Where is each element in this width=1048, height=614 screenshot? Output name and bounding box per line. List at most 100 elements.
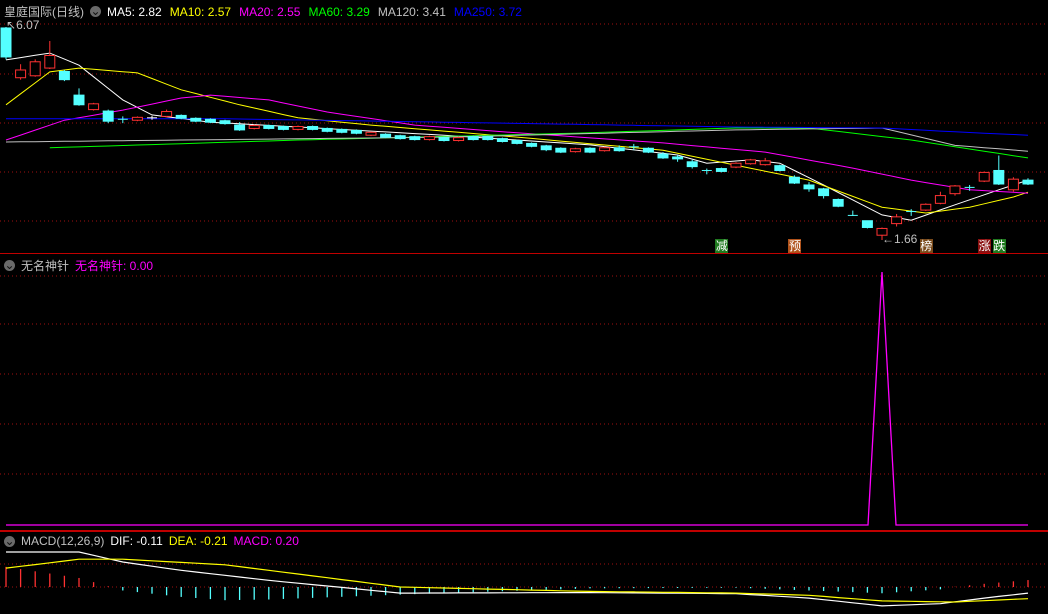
ma-label: MA120: 3.41: [377, 4, 446, 19]
indicator-title: 无名神针: [21, 259, 70, 273]
candle-body: [1007, 178, 1019, 191]
chevron-down-icon[interactable]: ⌄: [4, 535, 15, 547]
candle-body: [759, 160, 771, 166]
candle-body: [920, 203, 932, 211]
dif-line: [6, 551, 1029, 607]
candle-body: [686, 161, 698, 168]
dif-value: DIF: -0.11: [110, 534, 163, 548]
indicator-line: [6, 271, 1028, 526]
ma-label: MA60: 3.29: [308, 4, 370, 19]
candle-body: [0, 27, 12, 58]
macd-panel[interactable]: ⌄ MACD(12,26,9) DIF: -0.11 DEA: -0.21 MA…: [0, 531, 1048, 614]
candle-body: [861, 220, 873, 228]
candle-body: [745, 159, 757, 165]
macd-title: MACD(12,26,9): [21, 534, 105, 548]
low-price-label: ←1.66: [882, 232, 918, 246]
candle-body: [161, 111, 173, 117]
candle-body: [613, 147, 625, 152]
candle-body: [350, 129, 362, 134]
candle-body: [219, 120, 231, 125]
candle-body: [263, 125, 275, 129]
candle-body: [380, 133, 392, 138]
price-panel[interactable]: 皇庭国际(日线) ⌄ MA5: 2.82 MA10: 2.57 MA20: 2.55…: [0, 0, 1048, 254]
dea-line: [5, 558, 1029, 603]
ma-label: MA10: 2.57: [169, 4, 232, 19]
candle-body: [175, 114, 187, 119]
candle-body: [672, 156, 684, 160]
indicator-legend: ⌄ 无名神针 无名神针: 0.00: [4, 257, 153, 274]
candle-body: [511, 140, 523, 144]
signal-marker: 榜: [919, 239, 933, 253]
candle-body: [496, 138, 508, 142]
signal-marker: 预: [788, 239, 802, 253]
candle-body: [832, 198, 844, 207]
candle-body: [321, 127, 333, 132]
candle-body: [1022, 179, 1034, 185]
candle-body: [307, 126, 319, 130]
candle-body: [482, 136, 494, 141]
ma-labels: MA5: 2.82 MA10: 2.57 MA20: 2.55 MA60: 3.29 M…: [107, 5, 522, 19]
candle-body: [642, 147, 654, 153]
indicator-chart[interactable]: [0, 254, 1048, 531]
candle-body: [438, 137, 450, 142]
candle-body: [44, 55, 56, 69]
candle-body: [453, 137, 465, 142]
signal-marker: 减: [715, 239, 729, 253]
signal-marker: 涨: [978, 239, 992, 253]
candle-body: [599, 147, 611, 152]
high-price-label: ↖6.07: [6, 18, 40, 32]
candle-body: [949, 185, 961, 195]
candle-body: [934, 195, 946, 204]
candle-body: [993, 169, 1005, 185]
candle-body: [788, 176, 800, 184]
candle-body: [978, 171, 990, 182]
indicator-value: 无名神针: 0.00: [75, 259, 154, 273]
signal-marker: 跌: [992, 239, 1006, 253]
candlestick-chart[interactable]: [0, 0, 1048, 254]
candle-body: [131, 116, 143, 121]
chevron-down-icon[interactable]: ⌄: [90, 5, 101, 17]
indicator-panel[interactable]: ⌄ 无名神针 无名神针: 0.00: [0, 254, 1048, 531]
candle-body: [803, 184, 815, 190]
candle-body: [29, 61, 41, 77]
candle-body: [715, 168, 727, 172]
candle-body: [15, 69, 27, 79]
candle-body: [204, 118, 216, 123]
candle-body: [891, 216, 903, 225]
candle-body: [73, 94, 85, 106]
low-price-value: 1.66: [894, 232, 918, 246]
ma-label: MA250: 3.72: [453, 4, 522, 19]
macd-value: MACD: 0.20: [233, 534, 299, 548]
candle-body: [774, 165, 786, 171]
candle-body: [467, 136, 479, 141]
candle-body: [190, 117, 202, 122]
candle-body: [58, 70, 70, 81]
candle-body: [584, 147, 596, 153]
candle-body: [292, 126, 304, 130]
candle-body: [88, 103, 100, 111]
ma-line-ma60: [49, 127, 1029, 159]
candle-body: [102, 110, 114, 122]
candle-body: [657, 153, 669, 159]
candle-body: [569, 148, 581, 153]
candle-body: [234, 124, 246, 131]
candle-body: [409, 136, 421, 141]
candle-body: [394, 135, 406, 140]
candle-body: [555, 147, 567, 153]
price-legend: 皇庭国际(日线) ⌄ MA5: 2.82 MA10: 2.57 MA20: 2.55…: [4, 3, 522, 20]
candle-body: [526, 142, 538, 147]
candle-body: [818, 188, 830, 197]
macd-legend: ⌄ MACD(12,26,9) DIF: -0.11 DEA: -0.21 MA…: [4, 534, 299, 548]
candle-body: [277, 126, 289, 130]
ma-label: MA20: 2.55: [239, 4, 301, 19]
dea-value: DEA: -0.21: [168, 534, 228, 548]
candle-body: [423, 136, 435, 141]
chevron-down-icon[interactable]: ⌄: [4, 259, 15, 271]
candle-body: [365, 131, 377, 136]
stock-title: 皇庭国际(日线): [4, 5, 84, 19]
candle-body: [730, 162, 742, 168]
candle-body: [540, 145, 552, 151]
candle-body: [336, 128, 348, 133]
candle-body: [248, 125, 260, 129]
ma-label: MA5: 2.82: [107, 4, 162, 19]
